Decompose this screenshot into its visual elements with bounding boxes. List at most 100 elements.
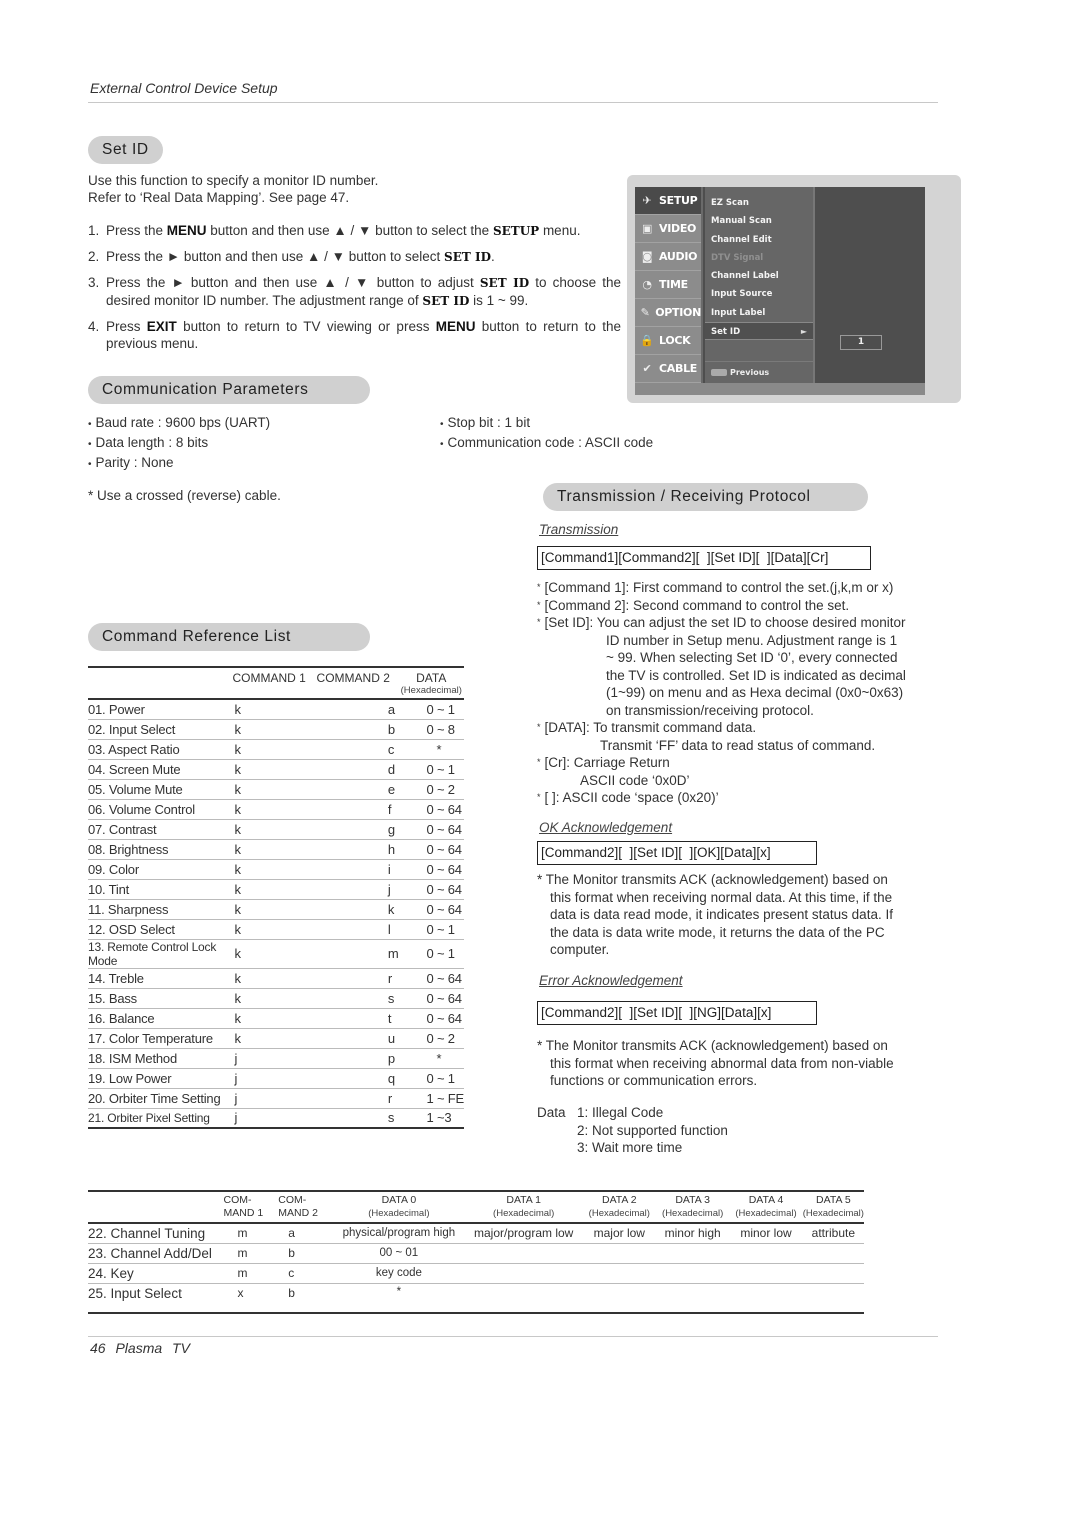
col-header-bottom: (Hexadecimal) xyxy=(588,1208,650,1219)
osd-menu-cable[interactable]: ✔ CABLE xyxy=(635,355,701,383)
step-keyword: SETUP xyxy=(492,224,540,238)
osd-submenu-label: Channel Edit xyxy=(711,234,772,245)
command-name: 05. Volume Mute xyxy=(88,779,231,800)
error-ack-format: [Command2][ ][Set ID][ ][NG][Data][x] xyxy=(537,1001,817,1025)
ext-col-header: DATA 4 (Hexadecimal) xyxy=(729,1191,802,1223)
osd-submenu-item[interactable]: Input Label xyxy=(705,304,813,322)
table-row: 25. Input Select x b * xyxy=(88,1283,864,1314)
bullet-line: *[ ]: ASCII code ‘space (0x20)’ xyxy=(537,789,937,807)
osd-menu-lock[interactable]: 🔒 LOCK xyxy=(635,327,701,355)
osd-submenu-item[interactable]: Manual Scan xyxy=(705,212,813,230)
command2: d xyxy=(307,759,399,780)
table-row: 20. Orbiter Time Setting j r 1 ~ FE xyxy=(88,1088,464,1109)
col-header-bottom: (Hexadecimal) xyxy=(802,1208,864,1219)
data-range: 0 ~ 64 xyxy=(398,859,464,880)
error-data-codes: Data 1: Illegal Code 2: Not supported fu… xyxy=(537,1104,728,1157)
step-text: menu. xyxy=(539,223,581,238)
osd-submenu-label: Channel Label xyxy=(711,271,779,282)
cell-value xyxy=(655,1263,730,1284)
cell-value: b xyxy=(278,1243,334,1264)
command-name: 25. Input Select xyxy=(88,1283,224,1314)
data-range: * xyxy=(398,739,464,760)
note-line: the data is data write mode, it returns … xyxy=(550,924,885,940)
command-name: 06. Volume Control xyxy=(88,799,231,820)
col-header-top: DATA 0 xyxy=(381,1194,417,1206)
osd-submenu-label: EZ Scan xyxy=(711,198,749,208)
set-id-value-box[interactable]: 1 xyxy=(840,335,882,350)
tv-osd-menu: ✈ SETUP ▣ VIDEO ◙ AUDIO ◔ TIME ✎ OPTION 🔒 LOCK ✔ CABL… xyxy=(627,175,961,403)
command-name: 07. Contrast xyxy=(88,819,231,840)
col-header-top: DATA 3 xyxy=(675,1194,710,1206)
col-header-top: COM- xyxy=(278,1194,307,1206)
speaker-icon: ◙ xyxy=(641,249,653,263)
bullet-text: [DATA]: To transmit command data. xyxy=(544,720,757,735)
osd-submenu-item[interactable]: Channel Edit xyxy=(705,231,813,249)
col-header-command1: COMMAND 1 xyxy=(232,671,306,685)
bullet-text: ID number in Setup menu. Adjustment rang… xyxy=(606,632,898,648)
osd-menu-time[interactable]: ◔ TIME xyxy=(635,271,701,299)
step-keyword: SET ID xyxy=(479,276,530,290)
data-range: 0 ~ 2 xyxy=(398,779,464,800)
screen-icon: ▣ xyxy=(641,221,653,235)
osd-menu-audio[interactable]: ◙ AUDIO xyxy=(635,243,701,271)
command2: q xyxy=(307,1068,399,1089)
cell-value: minor low xyxy=(729,1223,803,1244)
data-range: 0 ~ 64 xyxy=(398,1008,464,1029)
command2: r xyxy=(307,968,399,989)
command-table: COMMAND 1 COMMAND 2 DATA (Hexadecimal) 01… xyxy=(88,666,464,1129)
osd-previous[interactable]: Previous xyxy=(705,361,813,383)
col-header-bottom: (Hexadecimal) xyxy=(662,1208,724,1219)
table-row: 24. Key m c key code xyxy=(88,1263,864,1284)
cable-note: * Use a crossed (reverse) cable. xyxy=(88,488,281,503)
table-row: 23. Channel Add/Del m b 00 ~ 01 xyxy=(88,1243,864,1264)
osd-menu-setup[interactable]: ✈ SETUP xyxy=(635,187,701,215)
osd-submenu-item[interactable]: EZ Scan xyxy=(705,194,813,212)
table-row: 02. Input Select k b 0 ~ 8 xyxy=(88,719,464,740)
page-footer: 46 Plasma TV xyxy=(90,1340,190,1356)
cell-value: m xyxy=(223,1223,279,1244)
bullet-text: ASCII code ‘0x0D’ xyxy=(580,772,690,788)
command1: k xyxy=(230,759,308,780)
data-code: 3: Wait more time xyxy=(577,1140,683,1155)
table-row: 18. ISM Method j p * xyxy=(88,1048,464,1069)
table-row: 21. Orbiter Pixel Setting j s 1 ~3 xyxy=(88,1108,464,1129)
osd-menu-option[interactable]: ✎ OPTION xyxy=(635,299,701,327)
data-range: 0 ~ 1 xyxy=(398,919,464,940)
protocol-bullet: * [DATA]: To transmit command data. Transm… xyxy=(537,719,937,754)
table-row: 11. Sharpness k k 0 ~ 64 xyxy=(88,899,464,920)
cell-value: m xyxy=(223,1263,279,1284)
ext-col-header: DATA 2 (Hexadecimal) xyxy=(583,1191,656,1223)
bullet-text: on transmission/receiving protocol. xyxy=(606,702,814,718)
osd-submenu-item[interactable]: Channel Label xyxy=(705,267,813,285)
command1: j xyxy=(230,1048,308,1069)
step-item: 2. Press the ► button and then use ▲ / ▼ … xyxy=(88,248,621,266)
clock-icon: ◔ xyxy=(642,277,652,291)
command-name: 18. ISM Method xyxy=(88,1048,231,1069)
col-header-name xyxy=(88,667,230,699)
command1: k xyxy=(230,779,308,800)
comm-params-left: • Baud rate : 9600 bps (UART) • Data lengt… xyxy=(88,414,270,474)
osd-submenu-item[interactable]: Set ID ► xyxy=(705,322,813,341)
param-item: • Parity : None xyxy=(88,455,174,470)
data-codes-label: Data xyxy=(537,1105,566,1120)
cell-value: minor high xyxy=(655,1223,730,1244)
cell-value: m xyxy=(223,1243,279,1264)
command1: k xyxy=(230,1028,308,1049)
osd-menu-label: SETUP xyxy=(659,194,698,207)
command2: g xyxy=(307,819,399,840)
set-id-intro: Use this function to specify a monitor I… xyxy=(88,172,378,206)
error-ack-label: Error Acknowledgement xyxy=(539,973,683,988)
bullet-line: the TV is controlled. Set ID is indicate… xyxy=(537,667,937,685)
bullet-text: [Set ID]: You can adjust the set ID to c… xyxy=(544,615,906,630)
command-name: 13. Remote Control Lock Mode xyxy=(88,939,231,969)
bullet-text: ~ 99. When selecting Set ID ‘0’, every c… xyxy=(606,650,898,665)
osd-submenu-item[interactable]: Input Source xyxy=(705,285,813,303)
col-header-top: DATA 4 xyxy=(748,1194,784,1206)
set-id-heading: Set ID xyxy=(88,136,163,164)
cell-value: key code xyxy=(333,1263,465,1284)
osd-menu-video[interactable]: ▣ VIDEO xyxy=(635,215,701,243)
osd-menu-label: OPTION xyxy=(655,306,701,319)
step-item: 3. Press the ► button and then use ▲ / ▼ … xyxy=(88,274,621,310)
step-text: Press the ► button and then use ▲ / ▼ bu… xyxy=(106,275,480,290)
step-item: 4. Press EXIT button to return to TV view… xyxy=(88,318,621,352)
